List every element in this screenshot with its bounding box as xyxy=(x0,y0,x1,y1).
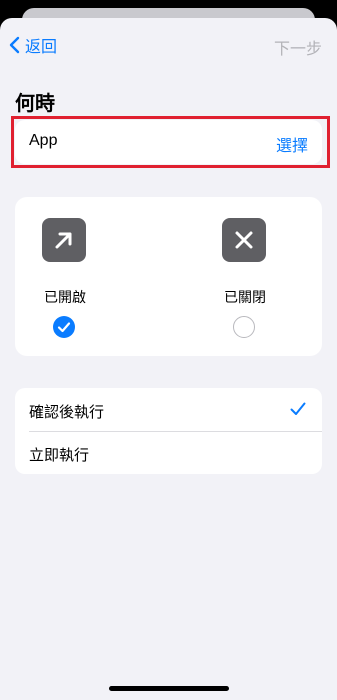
arrow-up-right-icon xyxy=(55,232,72,249)
back-button[interactable]: 返回 xyxy=(8,34,57,56)
navigation-bar: 返回 下一步 xyxy=(0,18,337,70)
section-title: 何時 xyxy=(15,93,55,115)
app-closed-tile xyxy=(222,218,266,262)
option-closed-label: 已關閉 xyxy=(224,289,266,305)
choose-app-button[interactable]: 選擇 xyxy=(276,132,308,156)
option-opened[interactable]: 已開啟 xyxy=(15,197,115,356)
back-button-label: 返回 xyxy=(25,39,58,56)
run-mode-immediate-label: 立即執行 xyxy=(29,447,90,464)
trigger-state-card: 已開啟 已關閉 xyxy=(15,197,322,356)
run-mode-confirm[interactable]: 確認後執行 xyxy=(15,388,322,431)
run-mode-confirm-label: 確認後執行 xyxy=(29,404,105,421)
option-closed-radio[interactable] xyxy=(233,316,255,338)
app-row[interactable]: App 選擇 xyxy=(15,120,322,164)
automation-sheet: 返回 下一步 何時 App 選擇 已開啟 已關閉 確認後執行 立即執行 xyxy=(0,18,337,700)
close-x-icon xyxy=(235,231,253,249)
option-opened-radio[interactable] xyxy=(53,316,75,338)
checkmark-icon xyxy=(57,322,71,333)
run-mode-card: 確認後執行 立即執行 xyxy=(15,388,322,474)
option-closed[interactable]: 已關閉 xyxy=(195,197,295,356)
option-opened-label: 已開啟 xyxy=(44,289,86,305)
run-mode-immediate[interactable]: 立即執行 xyxy=(15,431,322,474)
app-opened-tile xyxy=(42,218,86,262)
chevron-left-icon xyxy=(9,36,20,54)
app-row-label: App xyxy=(29,132,58,149)
home-indicator xyxy=(109,686,229,691)
next-button[interactable]: 下一步 xyxy=(274,35,322,59)
checkmark-icon xyxy=(290,402,306,415)
